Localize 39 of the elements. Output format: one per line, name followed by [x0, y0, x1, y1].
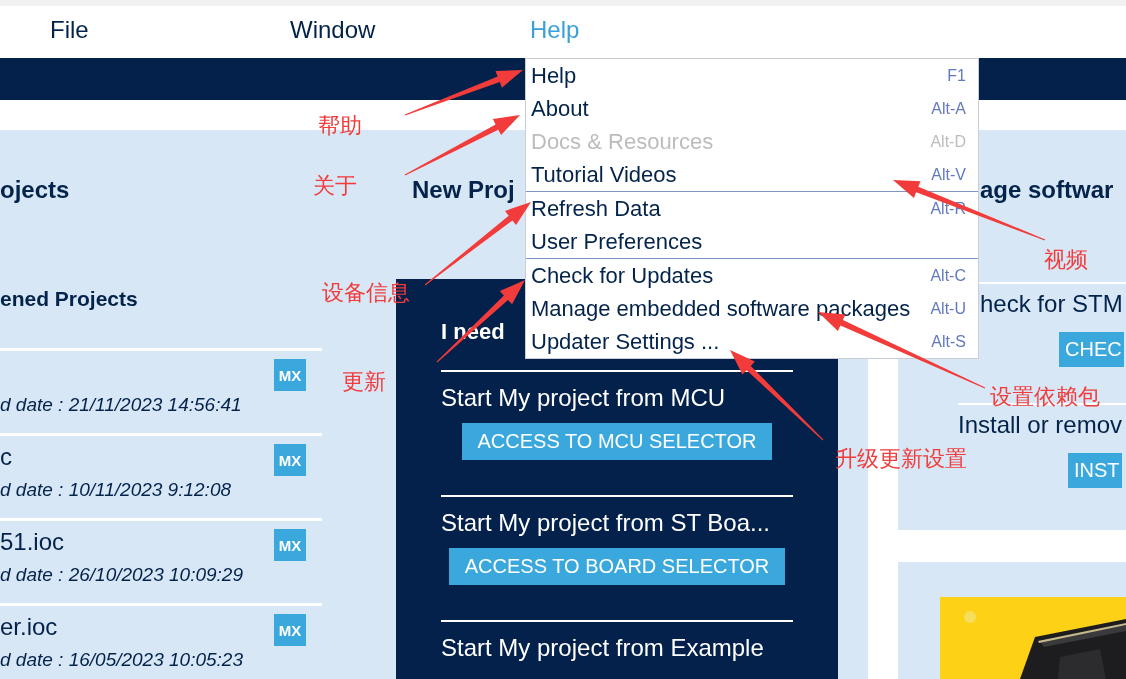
shortcut-label: Alt-U: [930, 299, 966, 318]
annotation-label: 视频: [1044, 247, 1088, 273]
project-date: d date : 21/11/2023 14:56:41: [0, 394, 242, 416]
menu-item[interactable]: About Alt-A: [526, 92, 978, 125]
section-text: heck for STM: [980, 290, 1123, 318]
option-text: Start My project from Example: [441, 634, 765, 662]
shortcut-label: Alt-D: [930, 132, 966, 151]
menu-bar-item[interactable]: Window: [290, 16, 376, 44]
shortcut-label: Alt-V: [931, 165, 966, 184]
option-text: Start My project from MCU: [441, 384, 727, 412]
menu-bar-item[interactable]: File: [50, 16, 89, 44]
section-title: New Proj: [412, 176, 516, 204]
annotation-label: 更新: [342, 369, 386, 395]
shortcut-label: Alt-A: [931, 99, 966, 118]
section-subtitle: ened Projects: [0, 286, 139, 312]
project-name[interactable]: er.ioc: [0, 613, 58, 641]
project-name[interactable]: 51.ioc: [0, 528, 65, 556]
menu-item[interactable]: Check for Updates Alt-C: [526, 259, 978, 292]
file-type-badge: MX: [274, 444, 306, 476]
project-name[interactable]: c: [0, 443, 12, 471]
section-title: age softwar: [980, 176, 1115, 204]
file-type-badge: MX: [274, 359, 306, 391]
menu-item[interactable]: User Preferences: [526, 225, 978, 259]
menu-item: Docs & Resources Alt-D: [530, 127, 967, 156]
project-date: d date : 26/10/2023 10:09:29: [0, 564, 243, 586]
annotation-label: 关于: [313, 173, 357, 199]
file-type-badge: MX: [274, 614, 306, 646]
annotation-label: 帮助: [318, 113, 362, 139]
shortcut-label: Alt-C: [930, 266, 966, 285]
annotation-label: 设置依赖包: [990, 384, 1100, 410]
shortcut-label: F1: [947, 66, 966, 85]
section-text: Install or remov: [958, 411, 1123, 439]
project-date: d date : 10/11/2023 9:12:08: [0, 479, 231, 501]
section-title: ojects: [0, 176, 71, 204]
menu-item[interactable]: Updater Settings ... Alt-S: [526, 325, 978, 358]
shortcut-label: Alt-S: [931, 332, 966, 351]
option-text: Start My project from ST Boa...: [441, 509, 771, 537]
file-type-badge: MX: [274, 529, 306, 561]
project-date: d date : 16/05/2023 10:05:23: [0, 649, 243, 671]
